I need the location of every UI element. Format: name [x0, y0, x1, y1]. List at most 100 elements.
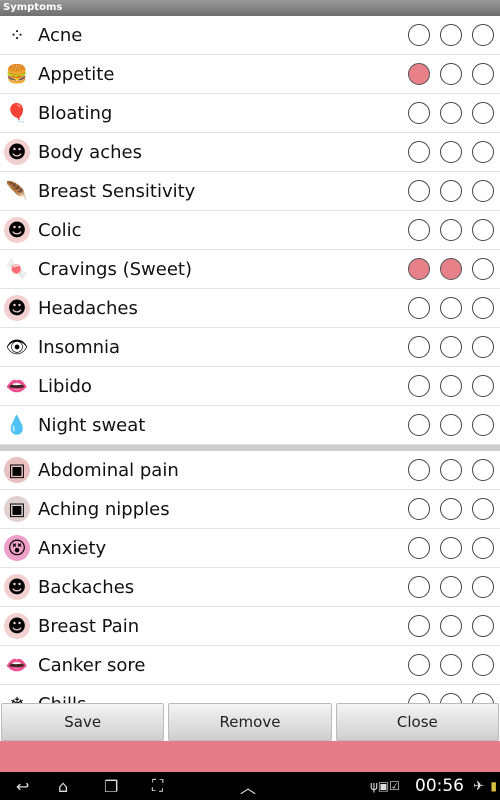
symptom-row: ☻ Body aches: [0, 133, 500, 172]
symptom-label: Anxiety: [38, 537, 107, 559]
severity-radio-2[interactable]: [440, 219, 462, 241]
severity-radio-3[interactable]: [472, 102, 494, 124]
symptom-list[interactable]: ⁘ Acne 🍔 Appetite 🎈 Bloating ☻ Body aches 🪶 Breas…: [0, 16, 500, 703]
severity-radio-1[interactable]: [408, 336, 430, 358]
severity-selector: [408, 297, 494, 319]
close-button[interactable]: Close: [335, 703, 499, 741]
severity-radio-2[interactable]: [440, 459, 462, 481]
symptom-label: Body aches: [38, 141, 142, 163]
severity-radio-2[interactable]: [440, 24, 462, 46]
severity-radio-3[interactable]: [472, 63, 494, 85]
severity-radio-2[interactable]: [440, 498, 462, 520]
severity-radio-3[interactable]: [472, 498, 494, 520]
eye-icon: 👁: [4, 334, 30, 360]
severity-radio-1[interactable]: [408, 537, 430, 559]
severity-selector: [408, 615, 494, 637]
severity-radio-2[interactable]: [440, 654, 462, 676]
back-icon[interactable]: ↩: [16, 777, 29, 796]
severity-radio-1[interactable]: [408, 414, 430, 436]
severity-radio-1[interactable]: [408, 24, 430, 46]
symptom-row: 🪶 Breast Sensitivity: [0, 172, 500, 211]
back-icon: ☻: [4, 574, 30, 600]
severity-radio-1[interactable]: [408, 693, 430, 703]
severity-radio-2[interactable]: [440, 102, 462, 124]
severity-radio-3[interactable]: [472, 336, 494, 358]
severity-radio-1[interactable]: [408, 141, 430, 163]
usb-icon: ψ▣☑: [370, 779, 401, 793]
severity-radio-3[interactable]: [472, 414, 494, 436]
severity-radio-1[interactable]: [408, 459, 430, 481]
severity-selector: [408, 219, 494, 241]
severity-radio-3[interactable]: [472, 615, 494, 637]
screenshot-icon[interactable]: ⛶: [152, 776, 163, 796]
symptom-row: ❄ Chills: [0, 685, 500, 703]
symptom-label: Breast Pain: [38, 615, 140, 637]
body-icon: ☻: [4, 217, 30, 243]
severity-radio-2[interactable]: [440, 180, 462, 202]
head-icon: ☻: [4, 295, 30, 321]
symptom-label: Night sweat: [38, 414, 146, 436]
severity-radio-1[interactable]: [408, 297, 430, 319]
severity-radio-1[interactable]: [408, 375, 430, 397]
severity-radio-3[interactable]: [472, 141, 494, 163]
severity-radio-3[interactable]: [472, 576, 494, 598]
severity-radio-2[interactable]: [440, 537, 462, 559]
severity-radio-2[interactable]: [440, 297, 462, 319]
severity-selector: [408, 102, 494, 124]
severity-radio-1[interactable]: [408, 63, 430, 85]
severity-selector: [408, 141, 494, 163]
severity-selector: [408, 459, 494, 481]
severity-radio-1[interactable]: [408, 102, 430, 124]
severity-radio-3[interactable]: [472, 375, 494, 397]
symptom-label: Insomnia: [38, 336, 121, 358]
battery-icon: ▮: [490, 779, 497, 793]
severity-radio-2[interactable]: [440, 414, 462, 436]
abdomen-icon: ▣: [4, 457, 30, 483]
symptom-label: Chills: [38, 694, 408, 704]
severity-radio-1[interactable]: [408, 576, 430, 598]
severity-radio-3[interactable]: [472, 24, 494, 46]
severity-radio-2[interactable]: [440, 375, 462, 397]
severity-radio-1[interactable]: [408, 258, 430, 280]
burger-icon: 🍔: [4, 61, 30, 87]
severity-radio-2[interactable]: [440, 576, 462, 598]
save-button[interactable]: Save: [1, 703, 165, 741]
symptom-label: Backaches: [38, 576, 135, 598]
severity-radio-2[interactable]: [440, 693, 462, 703]
severity-radio-3[interactable]: [472, 258, 494, 280]
severity-radio-2[interactable]: [440, 615, 462, 637]
severity-radio-3[interactable]: [472, 693, 494, 703]
severity-radio-1[interactable]: [408, 654, 430, 676]
symptom-row: ⁘ Acne: [0, 16, 500, 55]
severity-radio-2[interactable]: [440, 336, 462, 358]
severity-radio-2[interactable]: [440, 63, 462, 85]
severity-radio-3[interactable]: [472, 297, 494, 319]
symptom-label: Breast Sensitivity: [38, 180, 196, 202]
chest-icon: ▣: [4, 496, 30, 522]
candy-icon: 🍬: [4, 256, 30, 282]
anxious-face-icon: 😵: [4, 535, 30, 561]
severity-radio-3[interactable]: [472, 459, 494, 481]
severity-radio-1[interactable]: [408, 219, 430, 241]
severity-radio-3[interactable]: [472, 180, 494, 202]
severity-selector: [408, 414, 494, 436]
severity-radio-3[interactable]: [472, 219, 494, 241]
severity-radio-2[interactable]: [440, 258, 462, 280]
remove-button[interactable]: Remove: [168, 703, 332, 741]
symptom-row: 👄 Libido: [0, 367, 500, 406]
symptom-row: ☻ Colic: [0, 211, 500, 250]
home-icon[interactable]: ⌂: [58, 777, 68, 796]
symptom-row: 😵 Anxiety: [0, 529, 500, 568]
severity-radio-1[interactable]: [408, 615, 430, 637]
severity-selector: [408, 336, 494, 358]
symptom-row: 🍬 Cravings (Sweet): [0, 250, 500, 289]
severity-radio-1[interactable]: [408, 180, 430, 202]
severity-radio-3[interactable]: [472, 537, 494, 559]
severity-radio-1[interactable]: [408, 498, 430, 520]
recent-apps-icon[interactable]: ❐: [104, 777, 118, 796]
system-nav-bar: ↩ ⌂ ❐ ⛶ ︿ ψ▣☑ 00:56 ✈ ▮: [0, 772, 500, 800]
severity-radio-3[interactable]: [472, 654, 494, 676]
feather-icon: 🪶: [4, 178, 30, 204]
severity-radio-2[interactable]: [440, 141, 462, 163]
chevron-up-icon[interactable]: ︿: [240, 774, 256, 798]
